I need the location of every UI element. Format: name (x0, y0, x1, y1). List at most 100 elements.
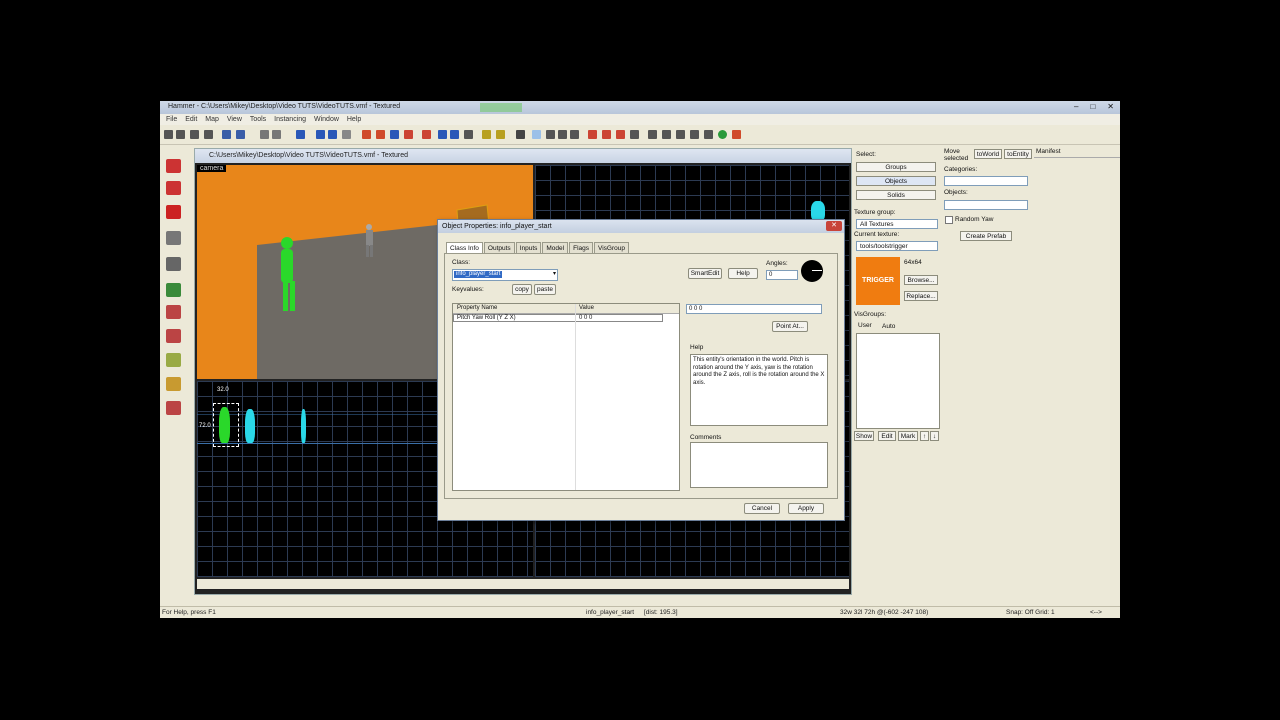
paste-icon[interactable] (450, 130, 459, 139)
viewport-scrollbar[interactable] (197, 579, 849, 589)
smartedit-button[interactable]: SmartEdit (688, 268, 722, 279)
keyvalues-table[interactable]: Property Name Value Pitch Yaw Roll (Y Z … (452, 303, 680, 491)
move-down-icon[interactable]: ↓ (930, 431, 939, 441)
tab-auto[interactable]: Auto (882, 323, 895, 330)
texture-tool-icon[interactable] (166, 283, 181, 297)
menu-file[interactable]: File (166, 114, 177, 125)
groups-button[interactable]: Groups (856, 162, 936, 172)
info-icon[interactable] (630, 130, 639, 139)
flip-v-icon[interactable] (570, 130, 579, 139)
categories-select[interactable] (944, 176, 1028, 186)
visgroups-list[interactable] (856, 333, 940, 429)
entity-report-icon[interactable] (422, 130, 431, 139)
menu-help[interactable]: Help (347, 114, 361, 125)
texture-preview[interactable]: TRIGGER (856, 257, 900, 305)
menu-map[interactable]: Map (205, 114, 219, 125)
dialog-close-button[interactable]: ✕ (826, 221, 842, 231)
apply-button[interactable]: Apply (788, 503, 824, 514)
show-button[interactable]: Show (854, 431, 874, 441)
random-yaw-checkbox[interactable] (945, 216, 953, 224)
grid-small-icon[interactable] (662, 130, 671, 139)
overlay-tool-icon[interactable] (166, 353, 181, 367)
edit-button[interactable]: Edit (878, 431, 896, 441)
zoom-icon[interactable] (546, 130, 555, 139)
texture-group-select[interactable]: All Textures (856, 219, 938, 229)
cancel-button[interactable]: Cancel (744, 503, 780, 514)
copy-icon[interactable] (438, 130, 447, 139)
vertex-tool-icon[interactable] (166, 401, 181, 415)
texture-lock-icon[interactable] (362, 130, 371, 139)
camera-tool-icon[interactable] (166, 205, 181, 219)
angles-select[interactable]: 0 (766, 270, 798, 280)
redo-icon[interactable] (272, 130, 281, 139)
browse-button[interactable]: Browse... (904, 275, 938, 285)
run-map-icon[interactable] (404, 130, 413, 139)
objects-select[interactable] (944, 200, 1028, 210)
angles-dial-icon[interactable] (801, 260, 823, 282)
selection-icon[interactable] (516, 130, 525, 139)
center-icon[interactable] (648, 130, 657, 139)
menu-window[interactable]: Window (314, 114, 339, 125)
grid-icon[interactable] (222, 130, 231, 139)
to-entity-button[interactable]: toEntity (1004, 149, 1032, 159)
col-value[interactable]: Value (579, 304, 594, 313)
cordon-icon[interactable] (588, 130, 597, 139)
create-prefab-button[interactable]: Create Prefab (960, 231, 1012, 241)
select-icon[interactable] (532, 130, 541, 139)
tab-flags[interactable]: Flags (569, 242, 594, 253)
clip-tool-icon[interactable] (166, 377, 181, 391)
paste-button[interactable]: paste (534, 284, 556, 295)
map-check-icon[interactable] (602, 130, 611, 139)
solids-button[interactable]: Solids (856, 190, 936, 200)
open-icon[interactable] (176, 130, 185, 139)
flip-h-icon[interactable] (558, 130, 567, 139)
table-row[interactable]: Pitch Yaw Roll (Y Z X) 0 0 0 (453, 314, 663, 322)
export-icon[interactable] (204, 130, 213, 139)
apply-texture-icon[interactable] (166, 305, 181, 319)
menu-edit[interactable]: Edit (185, 114, 197, 125)
col-property-name[interactable]: Property Name (457, 304, 497, 313)
tab-visgroup[interactable]: VisGroup (594, 242, 629, 253)
comments-input[interactable] (690, 442, 828, 488)
magnify-tool-icon[interactable] (166, 181, 181, 195)
texture-scale-icon[interactable] (376, 130, 385, 139)
block-tool-icon[interactable] (166, 257, 181, 271)
save-icon[interactable] (190, 130, 199, 139)
tab-class-info[interactable]: Class Info (446, 242, 483, 253)
class-select[interactable]: info_player_start ▾ (452, 269, 558, 281)
menu-instancing[interactable]: Instancing (274, 114, 306, 125)
maximize-button[interactable]: □ (1090, 102, 1095, 111)
replace-button[interactable]: Replace... (904, 291, 938, 301)
hide-icon[interactable] (342, 130, 351, 139)
objects-button[interactable]: Objects (856, 176, 936, 186)
3d-icon[interactable] (690, 130, 699, 139)
selection-tool-icon[interactable] (166, 159, 181, 173)
entity-tool-icon[interactable] (166, 231, 181, 245)
decal-tool-icon[interactable] (166, 329, 181, 343)
new-icon[interactable] (164, 130, 173, 139)
tab-outputs[interactable]: Outputs (483, 242, 515, 253)
point-at-button[interactable]: Point At... (772, 321, 808, 332)
paste-special-icon[interactable] (464, 130, 473, 139)
cm-icon[interactable] (704, 130, 713, 139)
menu-tools[interactable]: Tools (250, 114, 266, 125)
current-texture-select[interactable]: tools/toolstrigger (856, 241, 938, 251)
copy-button[interactable]: copy (512, 284, 532, 295)
ungroup-icon[interactable] (328, 130, 337, 139)
help-button[interactable]: Help (728, 268, 758, 279)
green-ball-icon[interactable] (718, 130, 727, 139)
tab-user[interactable]: User (858, 322, 872, 329)
group-icon[interactable] (316, 130, 325, 139)
minimize-button[interactable]: – (1074, 102, 1078, 111)
undo-icon[interactable] (260, 130, 269, 139)
menu-view[interactable]: View (227, 114, 242, 125)
grid-large-icon[interactable] (676, 130, 685, 139)
to-world-button[interactable]: toWorld (974, 149, 1002, 159)
close-window-button[interactable]: ✕ (1107, 102, 1114, 111)
player-figure-selected[interactable] (219, 407, 230, 443)
compile-run-icon[interactable] (732, 130, 741, 139)
tab-inputs[interactable]: Inputs (515, 242, 542, 253)
carve-icon[interactable] (296, 130, 305, 139)
move-up-icon[interactable]: ↑ (920, 431, 929, 441)
snap-icon[interactable] (390, 130, 399, 139)
